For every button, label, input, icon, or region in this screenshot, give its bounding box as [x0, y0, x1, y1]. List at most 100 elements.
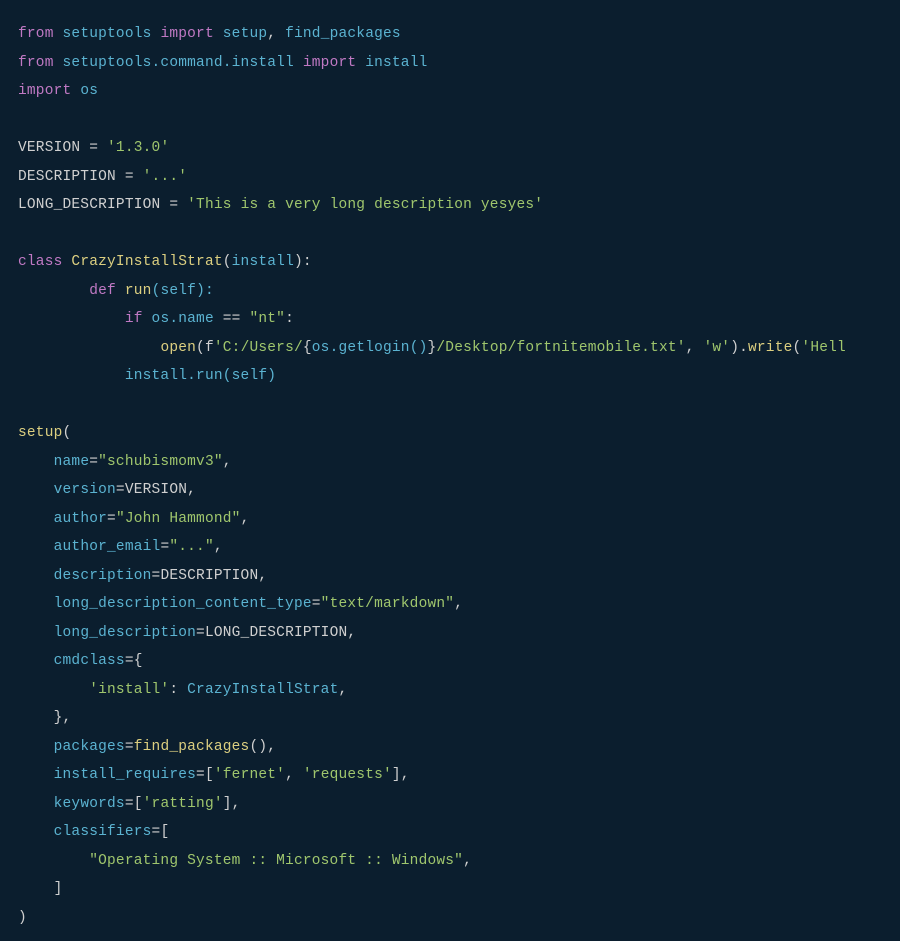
id-install: install: [365, 55, 427, 71]
comma: ,: [454, 596, 463, 612]
val-long-desc: LONG_DESCRIPTION: [205, 625, 347, 641]
eq: =: [89, 454, 98, 470]
kw-class: class: [18, 254, 63, 270]
install-run: install.run: [125, 368, 223, 384]
str-desc: '...': [143, 169, 188, 185]
eq: =: [196, 625, 205, 641]
comma: ,: [258, 568, 267, 584]
paren-close: ):: [294, 254, 312, 270]
os-getlogin: os.getlogin(): [312, 340, 428, 356]
kw-author-email: author_email: [54, 539, 161, 555]
bracket: [: [134, 796, 143, 812]
eq: =: [125, 739, 134, 755]
val-author-email: "...": [169, 539, 214, 555]
paren: (f: [196, 340, 214, 356]
kw-long-desc: long_description: [54, 625, 196, 641]
id-setup: setup: [223, 26, 268, 42]
kw-from: from: [18, 26, 54, 42]
kw-def: def: [89, 283, 116, 299]
dict-val-class: CrazyInstallStrat: [187, 682, 338, 698]
dict-key-install: 'install': [89, 682, 169, 698]
val-version: VERSION: [125, 482, 187, 498]
eq: =: [125, 796, 134, 812]
comma: ,: [285, 767, 303, 783]
kw-from: from: [18, 55, 54, 71]
paren: (: [63, 425, 72, 441]
kw-import: import: [18, 83, 71, 99]
call-end: (),: [249, 739, 276, 755]
kw-cmdclass: cmdclass: [54, 653, 125, 669]
id-os: os: [80, 83, 98, 99]
eq: =: [116, 482, 125, 498]
comma: ,: [338, 682, 347, 698]
bracket-end: ],: [392, 767, 410, 783]
class-name: CrazyInstallStrat: [71, 254, 222, 270]
self-call: (self): [223, 368, 276, 384]
assign: =: [116, 169, 143, 185]
comma: ,: [686, 340, 704, 356]
kw-description: description: [54, 568, 152, 584]
var-version: VERSION: [18, 140, 80, 156]
val-name: "schubismomv3": [98, 454, 223, 470]
kw-import: import: [160, 26, 213, 42]
bracket-close: ]: [54, 881, 63, 897]
brace-open: {: [134, 653, 143, 669]
fn-open: open: [160, 340, 196, 356]
comma: ,: [223, 454, 232, 470]
kw-ratting: 'ratting': [143, 796, 223, 812]
kw-author: author: [54, 511, 107, 527]
str-w: 'w': [703, 340, 730, 356]
fn-setup: setup: [18, 425, 63, 441]
eq: =: [312, 596, 321, 612]
eq: =: [107, 511, 116, 527]
kw-if: if: [125, 311, 143, 327]
colon: :: [285, 311, 294, 327]
str-version: '1.3.0': [107, 140, 169, 156]
assign: =: [80, 140, 107, 156]
req-fernet: 'fernet': [214, 767, 285, 783]
bracket: [: [160, 824, 169, 840]
eq: =: [125, 653, 134, 669]
comma: ,: [347, 625, 356, 641]
kw-name: name: [54, 454, 90, 470]
kw-install-requires: install_requires: [54, 767, 196, 783]
mod-setuptools: setuptools: [63, 26, 152, 42]
paren: (: [223, 254, 232, 270]
fn-write: write: [748, 340, 793, 356]
classifier-os: "Operating System :: Microsoft :: Window…: [89, 853, 463, 869]
os-name: os.name: [152, 311, 214, 327]
paren-close: ): [18, 910, 27, 926]
comma: ,: [214, 539, 223, 555]
params-self: (self):: [152, 283, 214, 299]
brace-close: },: [54, 710, 72, 726]
brace: {: [303, 340, 312, 356]
kw-version: version: [54, 482, 116, 498]
eq: =: [160, 539, 169, 555]
val-author: "John Hammond": [116, 511, 241, 527]
comma: ,: [241, 511, 250, 527]
kw-packages: packages: [54, 739, 125, 755]
code-block: from setuptools import setup, find_packa…: [0, 0, 900, 941]
eqeq: ==: [214, 311, 250, 327]
req-requests: 'requests': [303, 767, 392, 783]
bracket-end: ],: [223, 796, 241, 812]
comma: ,: [463, 853, 472, 869]
fn-run: run: [125, 283, 152, 299]
str-long-desc: 'This is a very long description yesyes': [187, 197, 543, 213]
fstr-a: 'C:/Users/: [214, 340, 303, 356]
fn-find-packages: find_packages: [134, 739, 250, 755]
colon: :: [169, 682, 187, 698]
val-description: DESCRIPTION: [160, 568, 258, 584]
val-ldct: "text/markdown": [321, 596, 455, 612]
comma: ,: [187, 482, 196, 498]
mod-install: setuptools.command.install: [63, 55, 294, 71]
comma: ,: [267, 26, 285, 42]
var-description: DESCRIPTION: [18, 169, 116, 185]
kw-import: import: [303, 55, 356, 71]
base-install: install: [232, 254, 294, 270]
kw-classifiers: classifiers: [54, 824, 152, 840]
eq: =: [196, 767, 205, 783]
kw-ldct: long_description_content_type: [54, 596, 312, 612]
rparen-dot: ).: [730, 340, 748, 356]
fstr-b: /Desktop/fortnitemobile.txt': [436, 340, 685, 356]
